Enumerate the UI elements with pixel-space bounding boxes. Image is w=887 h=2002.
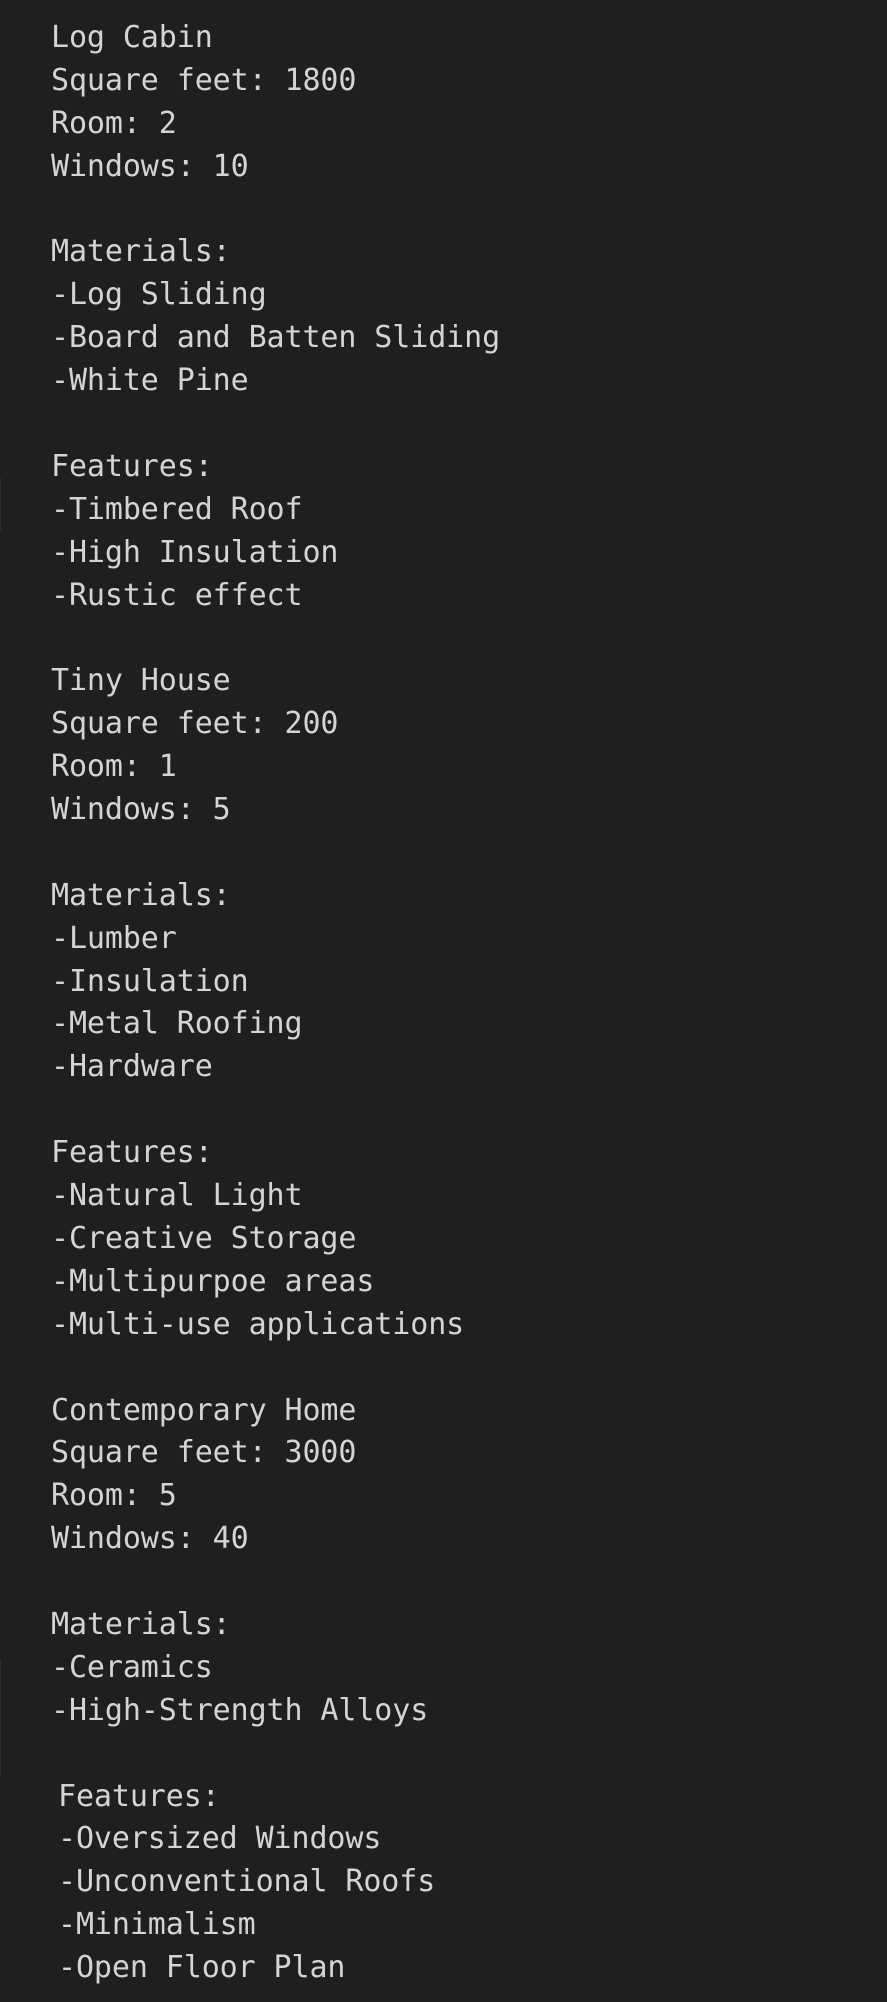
list-item: -Timbered Roof: [51, 491, 303, 527]
list-item: -High Insulation: [51, 534, 339, 570]
property-line: Room: 2: [51, 105, 177, 141]
list-item: -Open Floor Plan: [58, 1950, 346, 1986]
property-line: Room: 5: [51, 1478, 177, 1514]
home-title: Tiny House: [51, 663, 231, 699]
list-item: -Log Sliding: [51, 277, 267, 313]
property-line: Square feet: 1800: [51, 62, 357, 98]
editor-gutter-marker: [0, 1659, 1, 1775]
section-heading: Features:: [51, 448, 213, 484]
list-item: -Oversized Windows: [58, 1821, 382, 1857]
section-heading: Materials:: [51, 877, 231, 913]
home-title: Log Cabin: [51, 20, 213, 55]
list-item: -Lumber: [51, 920, 177, 956]
list-item: -Multipurpoe areas: [51, 1263, 375, 1299]
list-item: -Unconventional Roofs: [58, 1864, 436, 1900]
property-line: Windows: 10: [51, 148, 249, 184]
list-item: -Minimalism: [58, 1907, 256, 1943]
property-line: Square feet: 200: [51, 706, 339, 742]
list-item: -Hardware: [51, 1049, 213, 1085]
list-item: -Rustic effect: [51, 577, 303, 613]
property-line: Square feet: 3000: [51, 1435, 357, 1471]
list-item: -Creative Storage: [51, 1220, 357, 1256]
property-line: Windows: 5: [51, 792, 231, 828]
list-item: -High-Strength Alloys: [51, 1692, 429, 1728]
section-heading: Materials:: [51, 1606, 231, 1642]
property-line: Windows: 40: [51, 1521, 249, 1557]
editor-gutter-marker: [0, 478, 1, 531]
text-document[interactable]: Log Cabin Square feet: 1800 Room: 2 Windows…: [51, 17, 500, 1990]
list-item: -Board and Batten Sliding: [51, 320, 501, 356]
section-heading: Features:: [51, 1135, 213, 1171]
section-heading: Features:: [58, 1778, 220, 1814]
property-line: Room: 1: [51, 749, 177, 785]
section-heading: Materials:: [51, 234, 231, 270]
list-item: -Insulation: [51, 963, 249, 999]
list-item: -Multi-use applications: [51, 1306, 465, 1342]
list-item: -Metal Roofing: [51, 1006, 303, 1042]
home-title: Contemporary Home: [51, 1392, 357, 1428]
list-item: -Ceramics: [51, 1649, 213, 1685]
list-item: -Natural Light: [51, 1178, 303, 1214]
list-item: -White Pine: [51, 363, 249, 399]
